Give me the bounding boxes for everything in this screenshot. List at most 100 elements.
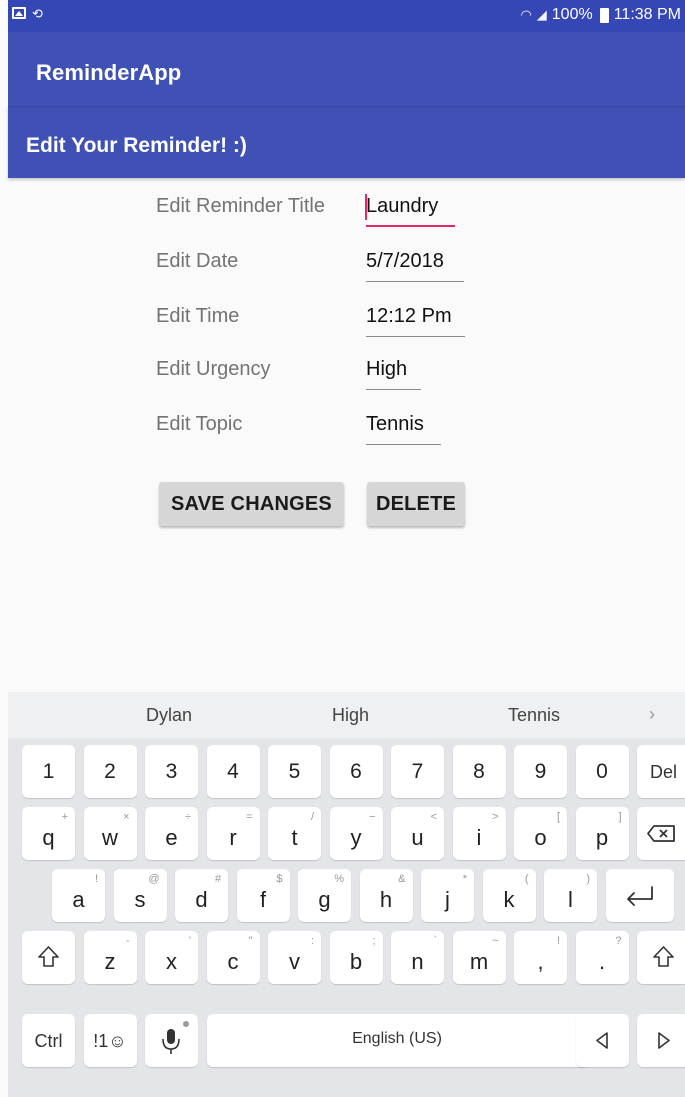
- chevron-right-icon[interactable]: ›: [649, 704, 655, 725]
- backspace-key[interactable]: [637, 807, 685, 860]
- key-p[interactable]: ] p: [575, 807, 629, 860]
- key-label: t: [291, 825, 298, 850]
- key-label: c: [227, 949, 239, 974]
- topic-field[interactable]: Tennis: [366, 405, 441, 445]
- key-4[interactable]: 4: [206, 745, 260, 798]
- form-row-time: Edit Time 12:12 Pm: [156, 297, 616, 337]
- cursor-right-key[interactable]: [637, 1014, 685, 1067]
- shift-key-right[interactable]: [637, 931, 685, 984]
- wifi-icon: ◠: [520, 7, 532, 22]
- ctrl-key[interactable]: Ctrl: [22, 1014, 75, 1067]
- key-hint: (: [524, 873, 529, 885]
- time-field[interactable]: 12:12 Pm: [366, 297, 465, 337]
- key-k[interactable]: (k: [482, 869, 536, 922]
- battery-icon: [599, 7, 609, 23]
- key-hint: :: [310, 935, 314, 947]
- key-f[interactable]: $ f: [236, 869, 290, 922]
- key-label: !1☺: [93, 1031, 127, 1051]
- key-v[interactable]: :v: [268, 931, 321, 984]
- key-label: .: [598, 949, 606, 974]
- suggestion-2[interactable]: High: [332, 705, 369, 726]
- key-label: s: [134, 887, 146, 912]
- key-x[interactable]: ' x: [145, 931, 198, 984]
- app-title: ReminderApp: [36, 60, 182, 85]
- key-label: ,: [537, 949, 544, 974]
- key-label: k: [503, 887, 515, 912]
- backspace-icon: [647, 825, 675, 842]
- key-7[interactable]: 7: [391, 745, 444, 798]
- enter-key[interactable]: [605, 869, 674, 922]
- key-3[interactable]: 3: [145, 745, 198, 798]
- key-2[interactable]: 2: [83, 745, 137, 798]
- key-g[interactable]: % g: [298, 869, 351, 922]
- key-b[interactable]: ; b: [329, 931, 383, 984]
- key-label: j: [445, 887, 450, 912]
- key-n[interactable]: ` n: [391, 931, 444, 984]
- key-o[interactable]: [o: [514, 807, 567, 860]
- key-c[interactable]: " c: [206, 931, 260, 984]
- screen-heading: Edit Your Reminder! :): [26, 134, 247, 157]
- key-e[interactable]: ÷ e: [145, 807, 198, 860]
- date-value: 5/7/2018: [366, 250, 444, 272]
- key-t[interactable]: / t: [268, 807, 321, 860]
- space-bar[interactable]: English (US): [206, 1014, 588, 1067]
- urgency-field[interactable]: High: [366, 350, 421, 390]
- key-l[interactable]: ) l: [544, 869, 597, 922]
- save-changes-button[interactable]: SAVE CHANGES: [159, 482, 344, 526]
- urgency-value: High: [366, 358, 408, 380]
- key-0[interactable]: 0: [575, 745, 629, 798]
- key-y[interactable]: − y: [329, 807, 383, 860]
- key-hint: #: [214, 873, 221, 885]
- key-h[interactable]: & h: [359, 869, 413, 922]
- shift-key-left[interactable]: [22, 931, 75, 984]
- suggestion-3[interactable]: Tennis: [508, 705, 560, 726]
- key-s[interactable]: @ s: [113, 869, 167, 922]
- key-hint: $: [276, 873, 283, 885]
- key-period[interactable]: ?.: [575, 931, 629, 984]
- key-comma[interactable]: !,: [514, 931, 567, 984]
- key-hint: [: [556, 811, 560, 823]
- key-1[interactable]: 1: [22, 745, 75, 798]
- key-m[interactable]: ~ m: [452, 931, 506, 984]
- key-q[interactable]: + q: [22, 807, 75, 860]
- form-row-urgency: Edit Urgency High: [156, 350, 616, 390]
- suggestion-1[interactable]: Dylan: [146, 705, 192, 726]
- key-z[interactable]: -z: [83, 931, 137, 984]
- key-hint: !: [556, 935, 560, 947]
- urgency-label: Edit Urgency: [156, 358, 271, 380]
- delete-button[interactable]: DELETE: [367, 482, 465, 526]
- key-label: q: [42, 825, 55, 850]
- title-field[interactable]: Laundry: [365, 187, 455, 227]
- key-j[interactable]: * j: [421, 869, 474, 922]
- signal-icon: ◢: [536, 7, 547, 22]
- key-8[interactable]: 8: [452, 745, 506, 798]
- date-field[interactable]: 5/7/2018: [366, 242, 464, 282]
- key-5[interactable]: 5: [268, 745, 321, 798]
- key-a[interactable]: ! a: [52, 869, 105, 922]
- voice-key[interactable]: [145, 1014, 198, 1067]
- key-hint: -: [125, 935, 130, 947]
- key-i[interactable]: > i: [452, 807, 506, 860]
- key-6[interactable]: 6: [329, 745, 383, 798]
- key-label: b: [349, 949, 363, 974]
- key-label: 6: [350, 760, 362, 783]
- key-label: Ctrl: [34, 1031, 63, 1051]
- key-label: p: [595, 825, 609, 850]
- cursor-left-key[interactable]: [575, 1014, 629, 1067]
- key-label: f: [259, 887, 267, 912]
- key-hint: ": [248, 935, 253, 947]
- key-hint: >: [492, 811, 499, 823]
- key-w[interactable]: × w: [83, 807, 137, 860]
- key-label: o: [534, 825, 547, 850]
- key-label: e: [165, 825, 178, 850]
- key-hint: `: [433, 935, 437, 947]
- key-9[interactable]: 9: [514, 745, 567, 798]
- symbols-key[interactable]: !1☺: [83, 1014, 137, 1067]
- key-label: 8: [473, 760, 485, 783]
- key-hint: −: [369, 811, 376, 823]
- delete-key[interactable]: Del: [637, 745, 685, 798]
- key-d[interactable]: # d: [175, 869, 228, 922]
- key-label: 0: [596, 760, 608, 783]
- key-r[interactable]: = r: [206, 807, 260, 860]
- key-u[interactable]: < u: [391, 807, 444, 860]
